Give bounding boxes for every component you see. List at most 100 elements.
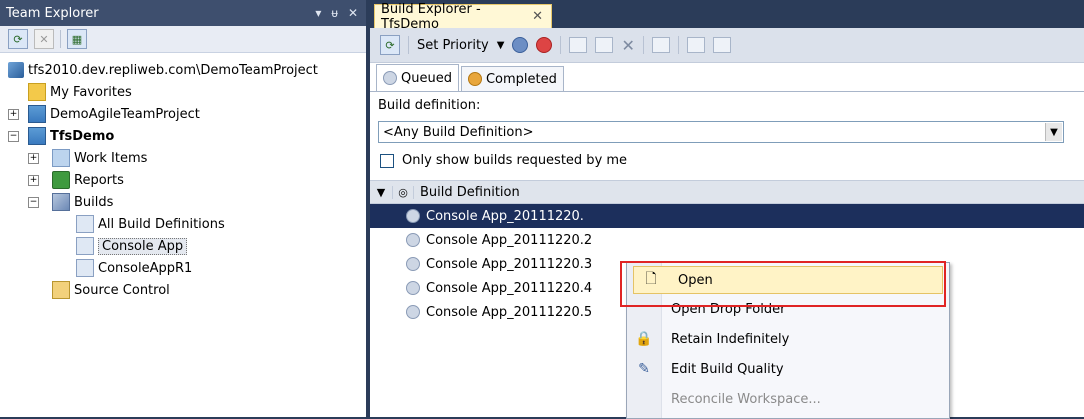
- menu-item-retain-indefinitely[interactable]: 🔒 Retain Indefinitely: [627, 324, 949, 354]
- tab-title: Build Explorer - TfsDemo: [381, 1, 481, 32]
- tree-node-label: Source Control: [74, 282, 170, 298]
- reports-icon: [52, 171, 70, 189]
- team-explorer-title: Team Explorer: [6, 5, 99, 21]
- lock-icon[interactable]: [595, 37, 614, 53]
- build-status-icon: [406, 281, 420, 295]
- menu-item-label: Edit Build Quality: [671, 361, 784, 377]
- build-name: Console App_20111220.3: [426, 256, 593, 272]
- menu-item-label: Reconcile Workspace...: [671, 391, 821, 407]
- tree-node-console-app[interactable]: Console App: [0, 235, 366, 257]
- edit-icon[interactable]: [569, 37, 588, 53]
- build-definition-dropdown[interactable]: <Any Build Definition> ▼: [378, 121, 1064, 143]
- build-name: Console App_20111220.: [426, 208, 584, 224]
- status-column-icon[interactable]: ◎: [393, 185, 414, 199]
- team-explorer-tree: tfs2010.dev.repliweb.com\DemoTeamProject…: [0, 53, 366, 301]
- source-control-icon: [52, 281, 70, 299]
- tree-node-label: All Build Definitions: [98, 216, 225, 232]
- tree-node-label: Builds: [74, 194, 114, 210]
- tree-node-source-control[interactable]: Source Control: [0, 279, 366, 301]
- build-definition-value: <Any Build Definition>: [383, 124, 534, 140]
- queue-build-icon[interactable]: [686, 37, 705, 53]
- build-settings-icon[interactable]: [712, 37, 731, 53]
- collapse-icon[interactable]: −: [28, 196, 39, 208]
- build-tabs: Queued Completed: [370, 63, 1084, 92]
- stop-icon[interactable]: [536, 37, 553, 53]
- refresh-button[interactable]: ⟳: [8, 29, 28, 49]
- tree-node-my-favorites[interactable]: My Favorites: [0, 81, 366, 103]
- team-project-icon[interactable]: [651, 37, 670, 53]
- tree-node-all-build-definitions[interactable]: All Build Definitions: [0, 213, 366, 235]
- build-name: Console App_20111220.5: [426, 304, 593, 320]
- toolbar-separator: [677, 36, 679, 54]
- team-project-icon: [28, 105, 46, 123]
- favorites-icon: [28, 83, 46, 101]
- menu-item-reconcile-workspace[interactable]: Reconcile Workspace...: [627, 384, 949, 414]
- only-mine-checkbox[interactable]: [380, 153, 394, 168]
- tab-build-explorer[interactable]: Build Explorer - TfsDemo ✕: [374, 2, 552, 32]
- panel-dropdown-icon[interactable]: ▾: [315, 6, 321, 20]
- table-row[interactable]: Console App_20111220.2: [370, 228, 1084, 252]
- tree-node-label: Console App: [98, 237, 188, 255]
- build-definition-icon: [76, 237, 94, 255]
- only-mine-label: Only show builds requested by me: [402, 153, 628, 168]
- connect-team-project-button[interactable]: ▦: [67, 29, 87, 49]
- build-name: Console App_20111220.4: [426, 280, 593, 296]
- edit-icon: ✎: [638, 361, 650, 377]
- expand-icon[interactable]: +: [8, 108, 19, 120]
- queued-icon: [383, 71, 397, 85]
- highlight-annotation: [620, 261, 946, 307]
- build-definition-icon: [76, 259, 94, 277]
- tab-completed[interactable]: Completed: [460, 66, 564, 91]
- server-icon: [8, 62, 24, 78]
- pin-icon[interactable]: ᵾ: [331, 6, 338, 20]
- tree-node-tfsdemo[interactable]: − TfsDemo: [0, 125, 366, 147]
- completed-icon: [467, 72, 482, 86]
- lock-icon: 🔒: [635, 331, 653, 347]
- tree-node-label: ConsoleAppR1: [98, 260, 193, 276]
- column-build-definition[interactable]: Build Definition: [414, 185, 520, 200]
- filter-icon[interactable]: ▼: [370, 185, 393, 199]
- tree-node-label: Reports: [74, 172, 124, 188]
- expand-icon[interactable]: +: [28, 152, 39, 164]
- tree-node-reports[interactable]: + Reports: [0, 169, 366, 191]
- team-explorer-toolbar: ⟳ ✕ ▦: [0, 26, 366, 53]
- toolbar-separator: [560, 36, 562, 54]
- build-status-icon: [406, 209, 420, 223]
- tab-label: Queued: [401, 70, 452, 86]
- refresh-button[interactable]: ⟳: [380, 35, 400, 55]
- tab-label: Completed: [485, 71, 557, 87]
- set-priority-button[interactable]: Set Priority: [417, 38, 489, 53]
- tree-node-server[interactable]: tfs2010.dev.repliweb.com\DemoTeamProject: [0, 59, 366, 81]
- chevron-down-icon[interactable]: ▼: [1045, 123, 1062, 141]
- tree-node-label: DemoAgileTeamProject: [50, 106, 200, 122]
- menu-item-label: Retain Indefinitely: [671, 331, 790, 347]
- build-status-icon: [406, 257, 420, 271]
- tree-node-consoleappr1[interactable]: ConsoleAppR1: [0, 257, 366, 279]
- expand-icon[interactable]: +: [28, 174, 39, 186]
- build-definition-label: Build definition:: [378, 98, 481, 113]
- document-tab-strip: Build Explorer - TfsDemo ✕: [370, 0, 1084, 32]
- build-status-icon: [406, 233, 420, 247]
- only-mine-row[interactable]: Only show builds requested by me: [370, 143, 1084, 178]
- tab-queued[interactable]: Queued: [376, 64, 459, 91]
- build-status-icon: [406, 305, 420, 319]
- work-items-icon: [52, 149, 70, 167]
- tree-node-label: tfs2010.dev.repliweb.com\DemoTeamProject: [28, 62, 318, 78]
- build-name: Console App_20111220.2: [426, 232, 593, 248]
- team-explorer-titlebar: Team Explorer ▾ ᵾ ✕: [0, 0, 366, 26]
- delete-icon[interactable]: ✕: [621, 36, 634, 55]
- tree-node-demoagileteamproject[interactable]: + DemoAgileTeamProject: [0, 103, 366, 125]
- menu-item-edit-build-quality[interactable]: ✎ Edit Build Quality: [627, 354, 949, 384]
- close-tab-icon[interactable]: ✕: [532, 9, 543, 24]
- tree-node-builds[interactable]: − Builds: [0, 191, 366, 213]
- tree-node-label: Work Items: [74, 150, 148, 166]
- remove-button[interactable]: ✕: [34, 29, 54, 49]
- pause-icon[interactable]: [512, 37, 529, 53]
- chevron-down-icon[interactable]: ▼: [497, 40, 505, 51]
- collapse-icon[interactable]: −: [8, 130, 19, 142]
- table-row[interactable]: Console App_20111220.: [370, 204, 1084, 228]
- team-explorer-panel: Team Explorer ▾ ᵾ ✕ ⟳ ✕ ▦ tfs2010.dev.re…: [0, 0, 370, 417]
- close-icon[interactable]: ✕: [348, 6, 358, 20]
- tree-node-work-items[interactable]: + Work Items: [0, 147, 366, 169]
- tree-node-label: My Favorites: [50, 84, 132, 100]
